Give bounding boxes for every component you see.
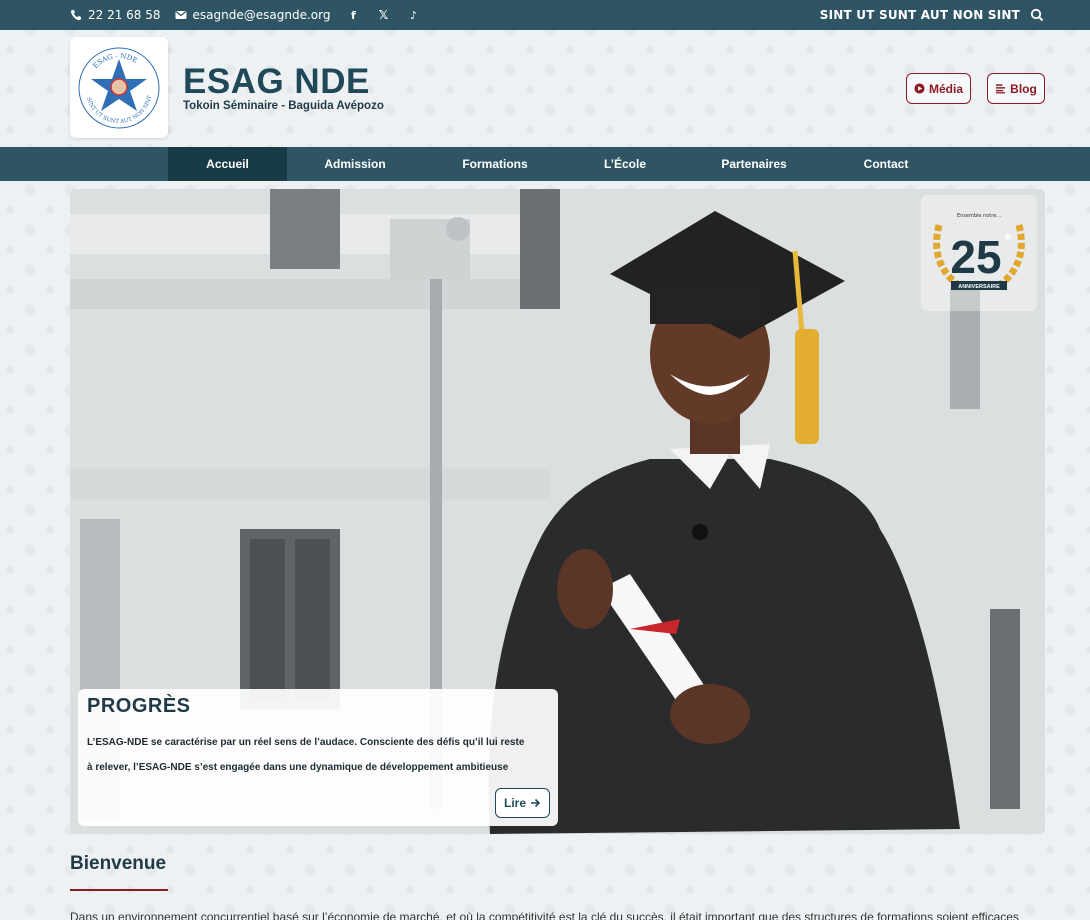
site-header: ESAG - NDE SINT UT SUNT AUT NON SINT ESA… — [0, 30, 1090, 147]
media-button[interactable]: Média — [906, 73, 971, 104]
email-link[interactable]: esagnde@esagnde.org — [175, 8, 331, 22]
site-subtitle: Tokoin Séminaire - Baguida Avépozo — [183, 100, 384, 112]
arrow-right-icon — [531, 798, 541, 808]
nav-contact[interactable]: Contact — [832, 147, 940, 181]
search-icon[interactable] — [1030, 8, 1044, 22]
nav-formations[interactable]: Formations — [433, 147, 557, 181]
welcome-divider — [70, 889, 168, 891]
caption-line-1: L’ESAG-NDE se caractérise par un réel se… — [87, 737, 525, 748]
welcome-text: Dans un environnement concurrentiel basé… — [70, 910, 1019, 920]
read-more-label: Lire — [503, 796, 526, 810]
badge-top-text: Ensemble notre... — [957, 213, 1001, 219]
nav-ecole[interactable]: L’École — [573, 147, 677, 181]
nav-admission[interactable]: Admission — [297, 147, 413, 181]
phone-icon — [70, 10, 81, 21]
laurel-badge-icon: Ensemble notre... 25 e ANNIVERSAIRE — [933, 213, 1025, 290]
badge-number: 25 — [950, 231, 1001, 283]
caption-title: PROGRÈS — [87, 695, 191, 717]
phone-link[interactable]: 22 21 68 58 — [70, 8, 161, 22]
nav-partenaires[interactable]: Partenaires — [700, 147, 808, 181]
play-circle-icon — [914, 83, 925, 94]
caption-text: L’ESAG-NDE se caractérise par un réel se… — [87, 730, 549, 780]
welcome-title: Bienvenue — [70, 853, 167, 874]
nav-accueil[interactable]: Accueil — [168, 147, 287, 181]
email-address: esagnde@esagnde.org — [192, 8, 331, 22]
phone-number: 22 21 68 58 — [88, 8, 161, 22]
main-navigation: Accueil Admission Formations L’École Par… — [0, 147, 1090, 181]
school-logo[interactable]: ESAG - NDE SINT UT SUNT AUT NON SINT — [70, 37, 168, 138]
read-more-button[interactable]: Lire — [495, 788, 550, 818]
badge-sup: e — [1005, 231, 1011, 243]
media-label: Média — [928, 81, 963, 96]
hero-slider[interactable]: Ensemble notre... 25 e ANNIVERSAIRE PROG… — [70, 189, 1045, 834]
blog-button[interactable]: Blog — [987, 73, 1045, 104]
school-motto: SINT UT SUNT AUT NON SINT — [819, 8, 1020, 22]
logo-emblem: ESAG - NDE SINT UT SUNT AUT NON SINT — [78, 47, 160, 128]
anniversary-badge: Ensemble notre... 25 e ANNIVERSAIRE — [921, 195, 1037, 311]
list-icon — [996, 84, 1006, 94]
envelope-icon — [175, 11, 187, 19]
x-icon[interactable]: 𝕏 — [376, 8, 390, 22]
blog-label: Blog — [1010, 81, 1037, 96]
caption-line-2: à relever, l’ESAG-NDE s’est engagée dans… — [87, 762, 509, 773]
hero-caption: PROGRÈS L’ESAG-NDE se caractérise par un… — [78, 689, 558, 826]
top-bar: 22 21 68 58 esagnde@esagnde.org f 𝕏 ♪ SI… — [0, 0, 1090, 30]
badge-label: ANNIVERSAIRE — [958, 284, 1000, 290]
facebook-icon[interactable]: f — [346, 9, 360, 22]
tiktok-icon[interactable]: ♪ — [406, 9, 420, 22]
site-title: ESAG NDE — [183, 62, 370, 101]
